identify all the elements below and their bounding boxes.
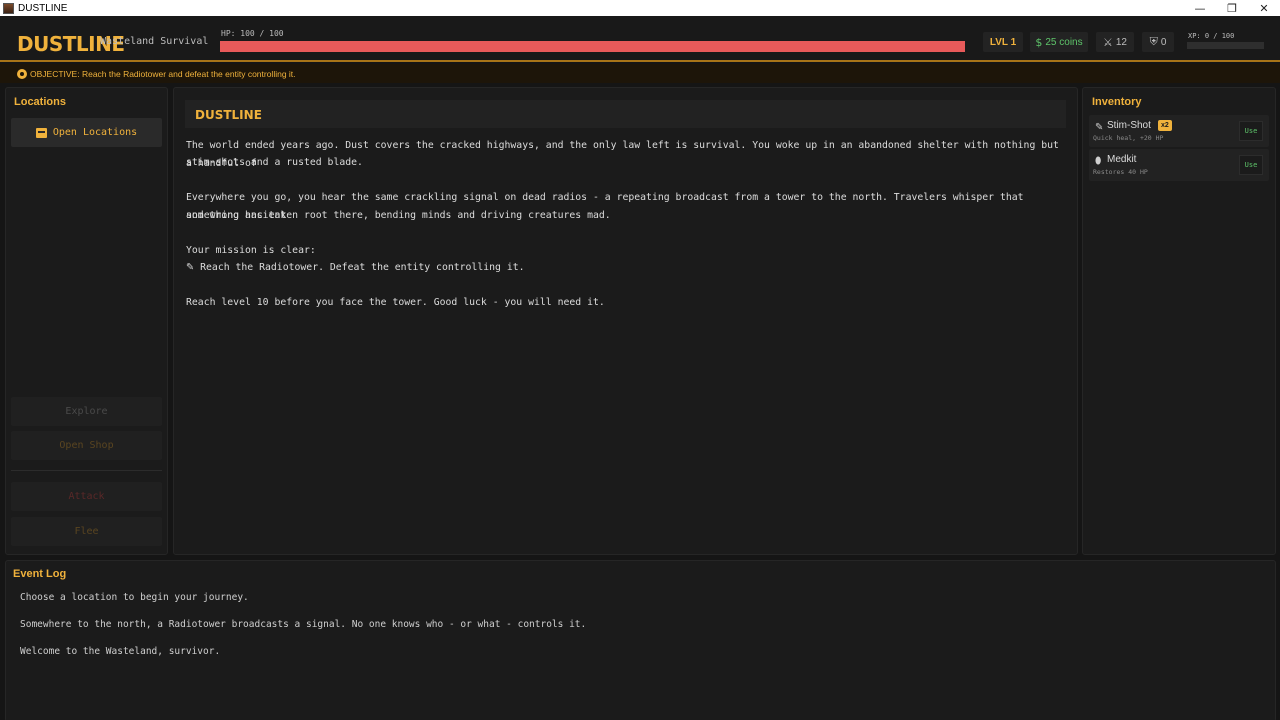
xp-label: XP: 0 / 100 — [1188, 32, 1235, 40]
objective-text: OBJECTIVE: Reach the Radiotower and defe… — [30, 68, 296, 79]
flee-label: Flee — [74, 526, 99, 537]
attack-badge: ⚔ 12 — [1096, 32, 1134, 52]
window-titlebar: DUSTLINE — ❐ ✕ — [0, 0, 1280, 16]
use-stim-shot-button[interactable]: Use — [1239, 121, 1263, 141]
event-log-title: Event Log — [13, 568, 67, 580]
brand-subtitle: Wasteland Survival — [100, 36, 209, 47]
hp-bar — [220, 41, 965, 52]
inventory-item: ✎ Stim-Shot x2 Quick heal, +20 HP Use — [1089, 115, 1269, 147]
syringe-icon: ✎ — [1095, 122, 1104, 133]
crossed-swords-icon: ⚔ — [1103, 35, 1113, 49]
open-shop-label: Open Shop — [59, 440, 114, 451]
log-entry: Choose a location to begin your journey. — [20, 592, 249, 603]
scene-header: DUSTLINE — [185, 100, 1066, 128]
level-value: LVL 1 — [989, 36, 1017, 48]
hp-bar-fill — [220, 41, 965, 52]
coin-icon: $ — [1035, 35, 1043, 49]
restore-button[interactable]: ❐ — [1216, 0, 1248, 16]
scene-title: DUSTLINE — [195, 108, 262, 122]
locations-title: Locations — [14, 96, 66, 108]
pill-icon: ⬮ — [1095, 156, 1102, 167]
locations-panel: Locations Open Locations Explore Open Sh… — [5, 87, 168, 555]
game-header: DUSTLINE Wasteland Survival HP: 100 / 10… — [0, 16, 1280, 62]
coins-value: 25 coins — [1045, 36, 1083, 48]
close-button[interactable]: ✕ — [1248, 0, 1280, 16]
window-controls: — ❐ ✕ — [1184, 0, 1280, 16]
xp-bar — [1187, 42, 1264, 49]
story-panel: DUSTLINE The world ended years ago. Dust… — [173, 87, 1078, 555]
defense-badge: ⛨ 0 — [1142, 32, 1174, 52]
item-description: Quick heal, +20 HP — [1093, 134, 1164, 142]
mission-line: ✎ Reach the Radiotower. Defeat the entit… — [186, 259, 1066, 277]
map-icon — [35, 127, 47, 138]
story-text: Your mission is clear: — [186, 245, 316, 256]
use-medkit-button[interactable]: Use — [1239, 155, 1263, 175]
open-locations-button[interactable]: Open Locations — [11, 118, 162, 147]
explore-label: Explore — [65, 406, 108, 417]
story-text: Reach level 10 before you face the tower… — [186, 297, 605, 308]
defense-value: 0 — [1160, 36, 1167, 48]
attack-value: 12 — [1115, 36, 1127, 48]
story-text: and wrong has taken root there, bending … — [186, 210, 611, 221]
open-shop-button[interactable]: Open Shop — [11, 431, 162, 460]
item-name: Stim-Shot — [1107, 120, 1151, 131]
quantity-badge: x2 — [1158, 120, 1172, 131]
mission-text: Reach the Radiotower. Defeat the entity … — [200, 262, 525, 273]
inventory-title: Inventory — [1092, 96, 1142, 108]
hp-label: HP: 100 / 100 — [221, 29, 284, 38]
log-entry: Somewhere to the north, a Radiotower bro… — [20, 619, 587, 630]
level-badge: LVL 1 — [983, 32, 1023, 52]
explore-button[interactable]: Explore — [11, 397, 162, 426]
inventory-panel: Inventory ✎ Stim-Shot x2 Quick heal, +20… — [1082, 87, 1276, 555]
item-name: Medkit — [1107, 154, 1137, 165]
app-icon — [3, 2, 14, 14]
log-entry: Welcome to the Wasteland, survivor. — [20, 646, 221, 657]
syringe-icon: ✎ — [186, 262, 195, 273]
target-icon — [17, 68, 27, 79]
attack-button[interactable]: Attack — [11, 482, 162, 511]
open-locations-label: Open Locations — [52, 127, 138, 138]
event-log-panel: Event Log Choose a location to begin you… — [5, 560, 1276, 720]
flee-button[interactable]: Flee — [11, 517, 162, 546]
minimize-button[interactable]: — — [1184, 0, 1216, 16]
panel-divider — [11, 470, 162, 471]
story-text: stim-shots and a rusted blade. — [186, 157, 363, 168]
item-description: Restores 40 HP — [1093, 168, 1148, 176]
inventory-item: ⬮ Medkit Restores 40 HP Use — [1089, 149, 1269, 181]
coins-badge: $ 25 coins — [1030, 32, 1088, 52]
attack-label: Attack — [68, 491, 105, 502]
objective-bar: OBJECTIVE: Reach the Radiotower and defe… — [0, 64, 1280, 83]
window-title: DUSTLINE — [18, 2, 68, 14]
shield-icon: ⛨ — [1149, 35, 1158, 48]
